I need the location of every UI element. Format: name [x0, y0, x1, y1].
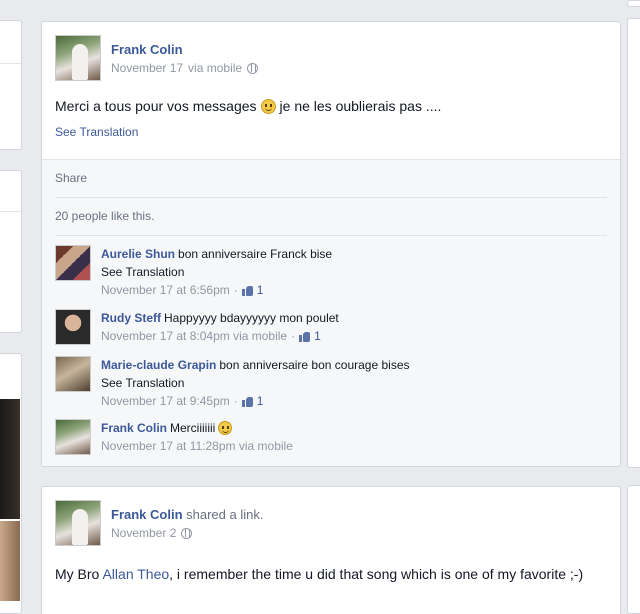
- comment-item: Frank Colin Merciiiiiii November 17 at 1…: [55, 419, 607, 459]
- commenter-name[interactable]: Aurelie Shun: [101, 245, 175, 263]
- see-translation-link[interactable]: See Translation: [101, 263, 607, 281]
- author-name[interactable]: Frank Colin: [111, 42, 183, 57]
- like-icon[interactable]: [241, 285, 253, 296]
- feedback-divider: [55, 197, 607, 198]
- comment-item: Rudy Steff Happyyyy bdayyyyyy mon poulet…: [55, 309, 607, 349]
- post-message: My Bro Allan Theo, i remember the time u…: [55, 563, 595, 585]
- message-text-start: Merci a tous pour vos messages: [55, 98, 257, 114]
- right-column-card-2: [627, 18, 640, 468]
- message-text-end: je ne les oublierais pas ....: [279, 98, 442, 114]
- comment-like-count[interactable]: 1: [257, 281, 264, 299]
- shared-action-text: shared a link.: [186, 507, 264, 522]
- comment-like-count[interactable]: 1: [314, 327, 321, 345]
- comment-meta: November 17 at 11:28pm via mobile: [101, 437, 607, 455]
- comment-time[interactable]: November 17 at 9:45pm: [101, 392, 230, 410]
- likes-summary[interactable]: 20 people like this.: [55, 209, 154, 223]
- right-column-card-1: [627, 0, 640, 7]
- feedback-section: Share 20 people like this. Aurelie Shun …: [42, 159, 620, 466]
- commenter-name[interactable]: Frank Colin: [101, 419, 167, 437]
- left-column-card-1: [0, 20, 22, 150]
- author-avatar[interactable]: [55, 500, 101, 546]
- left-column-photo[interactable]: [0, 521, 20, 601]
- tagged-person-link[interactable]: Allan Theo: [102, 566, 169, 582]
- globe-icon[interactable]: [181, 527, 193, 539]
- left-column-photo[interactable]: [0, 399, 20, 519]
- post-meta: November 17 via mobile: [111, 61, 259, 75]
- like-icon[interactable]: [241, 396, 253, 407]
- commenter-avatar[interactable]: [55, 245, 91, 281]
- comment-line: Frank Colin Merciiiiiii: [101, 419, 607, 437]
- card-divider: [0, 63, 21, 64]
- separator-dot: ·: [291, 329, 296, 343]
- comment-text: Merciiiiiii: [170, 421, 216, 435]
- left-column-card-3: [0, 353, 22, 614]
- separator-dot: ·: [233, 283, 238, 297]
- share-link[interactable]: Share: [55, 171, 87, 185]
- see-translation-link[interactable]: See Translation: [55, 125, 138, 139]
- post-message: Merci a tous pour vos messages je ne les…: [55, 98, 441, 114]
- see-translation-link[interactable]: See Translation: [101, 374, 607, 392]
- post-date[interactable]: November 2: [111, 526, 176, 540]
- post-via: via mobile: [188, 61, 243, 75]
- feedback-divider: [55, 235, 607, 236]
- comment-line: Marie-claude Grapin bon anniversaire bon…: [101, 356, 607, 374]
- author-avatar[interactable]: [55, 35, 101, 81]
- story-post-1: Frank Colin November 17 via mobile Merci…: [41, 21, 621, 467]
- smiley-icon: [218, 421, 233, 435]
- smiley-icon: [260, 98, 276, 114]
- comment-time[interactable]: November 17 at 8:04pm via mobile: [101, 327, 287, 345]
- comment-meta: November 17 at 8:04pm via mobile · 1: [101, 327, 607, 345]
- comment-item: Marie-claude Grapin bon anniversaire bon…: [55, 356, 607, 412]
- globe-icon[interactable]: [247, 62, 259, 74]
- card-divider: [0, 211, 21, 212]
- post-meta: November 2: [111, 526, 193, 540]
- comment-text: bon anniversaire bon courage bises: [219, 358, 410, 372]
- author-name-link[interactable]: Frank Colin: [111, 507, 183, 522]
- story-post-2: Frank Colin shared a link. November 2 My…: [41, 486, 621, 614]
- comment-meta: November 17 at 6:56pm · 1: [101, 281, 607, 299]
- right-column-card-3: [627, 485, 640, 614]
- left-column-card-2: [0, 170, 22, 333]
- author-name: Frank Colin shared a link.: [111, 507, 263, 522]
- commenter-avatar[interactable]: [55, 356, 91, 392]
- comment-like-count[interactable]: 1: [257, 392, 264, 410]
- comment-line: Aurelie Shun bon anniversaire Franck bis…: [101, 245, 607, 263]
- comment-text: Happyyyy bdayyyyyy mon poulet: [164, 311, 339, 325]
- like-icon[interactable]: [299, 331, 311, 342]
- post-date[interactable]: November 17: [111, 61, 183, 75]
- message-text-start: My Bro: [55, 566, 100, 582]
- comment-text: bon anniversaire Franck bise: [178, 247, 333, 261]
- commenter-name[interactable]: Marie-claude Grapin: [101, 356, 216, 374]
- comment-item: Aurelie Shun bon anniversaire Franck bis…: [55, 245, 607, 301]
- comment-time[interactable]: November 17 at 6:56pm: [101, 281, 230, 299]
- commenter-avatar[interactable]: [55, 419, 91, 455]
- commenter-avatar[interactable]: [55, 309, 91, 345]
- commenter-name[interactable]: Rudy Steff: [101, 309, 161, 327]
- comment-time[interactable]: November 17 at 11:28pm via mobile: [101, 437, 293, 455]
- comment-meta: November 17 at 9:45pm · 1: [101, 392, 607, 410]
- separator-dot: ·: [233, 394, 238, 408]
- comment-line: Rudy Steff Happyyyy bdayyyyyy mon poulet: [101, 309, 607, 327]
- message-text-end: , i remember the time u did that song wh…: [169, 566, 584, 582]
